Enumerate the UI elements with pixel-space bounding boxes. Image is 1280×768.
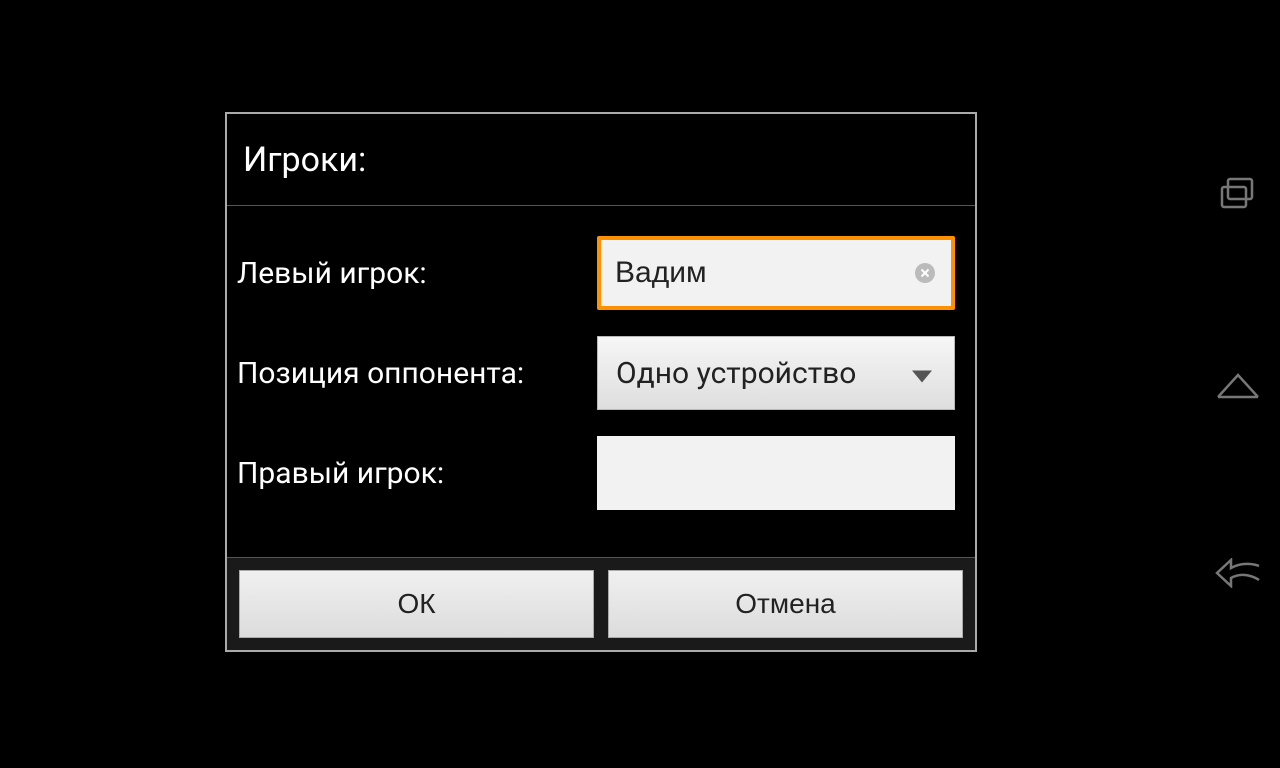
clear-input-icon[interactable]: [913, 261, 937, 285]
home-button[interactable]: [1214, 360, 1262, 408]
left-player-input-wrap: [597, 236, 955, 310]
cancel-button[interactable]: Отмена: [608, 570, 963, 638]
dialog-title-row: Игроки:: [227, 114, 975, 206]
recent-apps-button[interactable]: [1214, 171, 1262, 219]
opponent-position-row: Позиция оппонента: Одно устройство: [237, 338, 955, 408]
players-dialog: Игроки: Левый игрок: Позиция: [225, 112, 977, 652]
dialog-body: Левый игрок: Позиция оппонента:: [227, 206, 975, 557]
opponent-position-select[interactable]: Одно устройство: [597, 336, 955, 410]
opponent-position-select-wrap: Одно устройство: [597, 336, 955, 410]
opponent-position-label: Позиция оппонента:: [237, 356, 597, 391]
right-player-input-wrap: [597, 436, 955, 510]
chevron-down-icon: [912, 356, 932, 391]
dialog-actions: ОК Отмена: [227, 557, 975, 650]
left-player-label: Левый игрок:: [237, 256, 597, 291]
dialog-title: Игроки:: [243, 140, 366, 180]
right-player-input[interactable]: [597, 436, 955, 510]
right-player-label: Правый игрок:: [237, 456, 597, 491]
right-player-row: Правый игрок:: [237, 438, 955, 508]
left-player-row: Левый игрок:: [237, 238, 955, 308]
android-nav-bar: [1196, 0, 1280, 768]
left-player-input[interactable]: [601, 240, 951, 306]
screen-root: Начать игру Статистика Настройки Помощь …: [0, 0, 1280, 768]
back-button[interactable]: [1214, 549, 1262, 597]
opponent-position-value: Одно устройство: [616, 356, 856, 391]
ok-button[interactable]: ОК: [239, 570, 594, 638]
